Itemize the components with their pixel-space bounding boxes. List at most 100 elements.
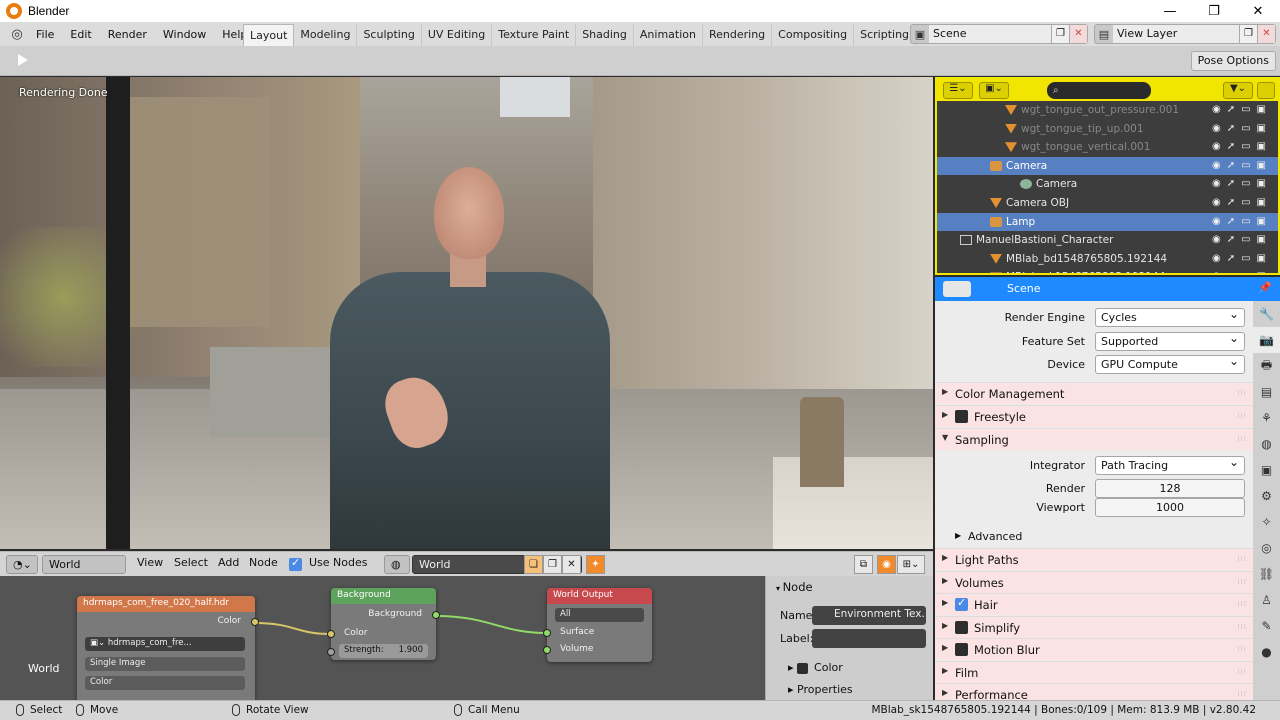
menu-render[interactable]: Render xyxy=(100,28,155,41)
freestyle-checkbox[interactable] xyxy=(955,410,968,423)
select-tool-icon[interactable] xyxy=(18,54,28,66)
bone-tab-icon[interactable]: ✎ xyxy=(1253,613,1280,639)
panel-color-management[interactable]: ▶ Color Management ⁞⁞⁞ xyxy=(935,382,1253,404)
drag-grip-icon[interactable]: ⁞⁞⁞ xyxy=(1237,645,1247,653)
menu-edit[interactable]: Edit xyxy=(62,28,99,41)
outliner-row-label[interactable]: wgt_tongue_vertical.001 xyxy=(1021,141,1150,153)
material-tab-icon[interactable]: ● xyxy=(1253,639,1280,665)
blender-logo-icon[interactable]: ◎ xyxy=(6,25,28,43)
scene-selector[interactable]: ▣ Scene ❐ ✕ xyxy=(910,24,1088,44)
node-color-checkbox[interactable] xyxy=(797,662,809,674)
drag-grip-icon[interactable]: ⁞⁞⁞ xyxy=(1237,690,1247,698)
node-editor-canvas[interactable]: World hdrmaps_com_free_020_half.hdr Colo… xyxy=(0,576,765,700)
node-menu-select[interactable]: Select xyxy=(174,556,208,569)
node-color-subpanel[interactable]: ▸ Color xyxy=(788,661,843,674)
drag-grip-icon[interactable]: ⁞⁞⁞ xyxy=(1237,600,1247,608)
subpanel-advanced[interactable]: ▶ Advanced xyxy=(935,527,1253,547)
outliner-row-label[interactable]: ManuelBastioni_Character xyxy=(976,234,1113,246)
image-datablock-field[interactable]: ▣⌄ hdrmaps_com_fre... xyxy=(85,637,245,651)
view-layer-selector[interactable]: ▤ View Layer ❐ ✕ xyxy=(1094,24,1276,44)
viewport-samples-field[interactable]: 1000 xyxy=(1095,498,1245,517)
colorspace-dropdown[interactable]: Color xyxy=(85,676,245,690)
integrator-dropdown[interactable]: Path Tracing xyxy=(1095,455,1245,475)
backdrop-icon[interactable]: ◉ xyxy=(877,555,896,574)
pose-options-button[interactable]: Pose Options xyxy=(1190,51,1276,71)
feature-set-dropdown[interactable]: Supported xyxy=(1095,331,1245,351)
display-mode-icon[interactable]: ▣⌄ xyxy=(979,82,1009,99)
scene-name[interactable]: Scene xyxy=(929,25,1051,43)
outliner-row-label[interactable]: Camera xyxy=(1006,160,1047,172)
outliner-row[interactable]: Lamp ◉➚▭▣ xyxy=(937,212,1278,232)
editor-type-icon[interactable]: ☰⌄ xyxy=(943,82,973,99)
tab-sculpting[interactable]: Sculpting xyxy=(357,24,422,46)
unlink-world-icon[interactable]: ✕ xyxy=(562,555,581,574)
world-tab-icon[interactable]: ◍ xyxy=(1253,431,1280,457)
outliner-row[interactable]: Camera ◉➚▭▣ xyxy=(937,175,1278,194)
3d-viewport[interactable]: Rendering Done xyxy=(0,77,933,549)
simplify-checkbox[interactable] xyxy=(955,621,968,634)
visibility-toggles[interactable]: ◉➚▭▣ xyxy=(1212,194,1272,213)
background-node[interactable]: Background Background Color Strength: 1.… xyxy=(327,588,440,660)
panel-hair[interactable]: ▶ Hair ⁞⁞⁞ xyxy=(935,593,1253,615)
outliner-row[interactable]: Camera ◉➚▭▣ xyxy=(937,156,1278,176)
scene-tab-icon[interactable]: ⚘ xyxy=(1253,405,1280,431)
outliner-row-label[interactable]: MBlab_bd1548765805.192144 xyxy=(1006,253,1167,265)
properties-editor-type-icon[interactable] xyxy=(943,281,971,297)
tab-uv-editing[interactable]: UV Editing xyxy=(422,24,493,46)
maximize-button[interactable]: ❐ xyxy=(1196,0,1232,22)
view-layer-tab-icon[interactable]: ▤ xyxy=(1253,379,1280,405)
output-target-dropdown[interactable]: All xyxy=(555,608,644,622)
world-browse-icon[interactable]: ◍ xyxy=(384,555,410,574)
environment-texture-node[interactable]: hdrmaps_com_free_020_half.hdr Color ▣⌄ h… xyxy=(77,596,259,700)
visibility-toggles[interactable]: ◉➚▭▣ xyxy=(1212,120,1272,139)
node-overlay-icon[interactable]: ⊞⌄ xyxy=(897,555,925,574)
outliner-row[interactable]: ManuelBastioni_Character ◉➚▭▣ xyxy=(937,231,1278,250)
minimize-button[interactable]: — xyxy=(1152,0,1188,22)
new-scene-icon[interactable]: ❐ xyxy=(1051,25,1069,43)
outliner-row-label[interactable]: wgt_tongue_out_pressure.001 xyxy=(1021,104,1179,116)
world-output-node[interactable]: World Output All Surface Volume xyxy=(543,588,652,662)
outliner-row-label[interactable]: wgt_tongue_tip_up.001 xyxy=(1021,123,1144,135)
tab-modeling[interactable]: Modeling xyxy=(294,24,358,46)
outliner-row[interactable]: wgt_tongue_vertical.001 ◉➚▭▣ xyxy=(937,138,1278,157)
outliner-row-label[interactable]: Lamp xyxy=(1006,216,1035,228)
output-tab-icon[interactable]: 🖶 xyxy=(1253,353,1280,379)
new-view-layer-icon[interactable]: ❐ xyxy=(1239,25,1257,43)
outliner-row[interactable]: Camera OBJ ◉➚▭▣ xyxy=(937,194,1278,213)
panel-film[interactable]: ▶ Film ⁞⁞⁞ xyxy=(935,661,1253,683)
drag-grip-icon[interactable]: ⁞⁞⁞ xyxy=(1237,668,1247,676)
motion-blur-checkbox[interactable] xyxy=(955,643,968,656)
background-output-socket[interactable] xyxy=(432,611,440,619)
panel-volumes[interactable]: ▶ Volumes ⁞⁞⁞ xyxy=(935,571,1253,593)
visibility-toggles[interactable]: ◉➚▭▣ xyxy=(1212,231,1272,250)
tab-scripting[interactable]: Scripting xyxy=(854,24,917,46)
visibility-toggles[interactable]: ◉➚▭▣ xyxy=(1212,157,1272,176)
panel-simplify[interactable]: ▶ Simplify ⁞⁞⁞ xyxy=(935,616,1253,638)
panel-freestyle[interactable]: ▶ Freestyle ⁞⁞⁞ xyxy=(935,405,1253,427)
node-editor-type-icon[interactable]: ◔⌄ xyxy=(6,555,38,574)
hair-checkbox[interactable] xyxy=(955,596,968,611)
node-name-field[interactable]: Environment Tex... xyxy=(812,606,926,625)
delete-view-layer-icon[interactable]: ✕ xyxy=(1257,25,1275,43)
node-panel-header[interactable]: Node xyxy=(776,580,813,594)
panel-motion-blur[interactable]: ▶ Motion Blur ⁞⁞⁞ xyxy=(935,638,1253,660)
drag-grip-icon[interactable]: ⁞⁞⁞ xyxy=(1237,435,1247,443)
menu-file[interactable]: File xyxy=(28,28,62,41)
node-menu-view[interactable]: View xyxy=(137,556,163,569)
particles-tab-icon[interactable]: ✧ xyxy=(1253,509,1280,535)
outliner-row[interactable]: wgt_tongue_out_pressure.001 ◉➚▭▣ xyxy=(937,101,1278,120)
tab-texture-paint[interactable]: Texture Paint xyxy=(492,24,577,46)
new-collection-icon[interactable] xyxy=(1257,82,1275,99)
visibility-toggles[interactable]: ◉➚▭▣ xyxy=(1212,268,1272,273)
shader-type-dropdown[interactable]: World xyxy=(42,555,126,574)
strength-field[interactable]: Strength: 1.900 xyxy=(339,644,428,658)
fake-user-icon[interactable]: ❏ xyxy=(524,555,543,574)
visibility-toggles[interactable]: ◉➚▭▣ xyxy=(1212,175,1272,194)
outliner-row[interactable]: MBlab_bd1548765805.192144 ◉➚▭▣ xyxy=(937,250,1278,269)
render-samples-field[interactable]: 128 xyxy=(1095,479,1245,498)
outliner-search-input[interactable]: ⌕ xyxy=(1047,82,1151,99)
outliner-row-label[interactable]: MBlab_sk1548765805.192144 xyxy=(1006,271,1165,273)
visibility-toggles[interactable]: ◉➚▭▣ xyxy=(1212,101,1272,120)
visibility-toggles[interactable]: ◉➚▭▣ xyxy=(1212,250,1272,269)
image-source-dropdown[interactable]: Single Image xyxy=(85,657,245,671)
